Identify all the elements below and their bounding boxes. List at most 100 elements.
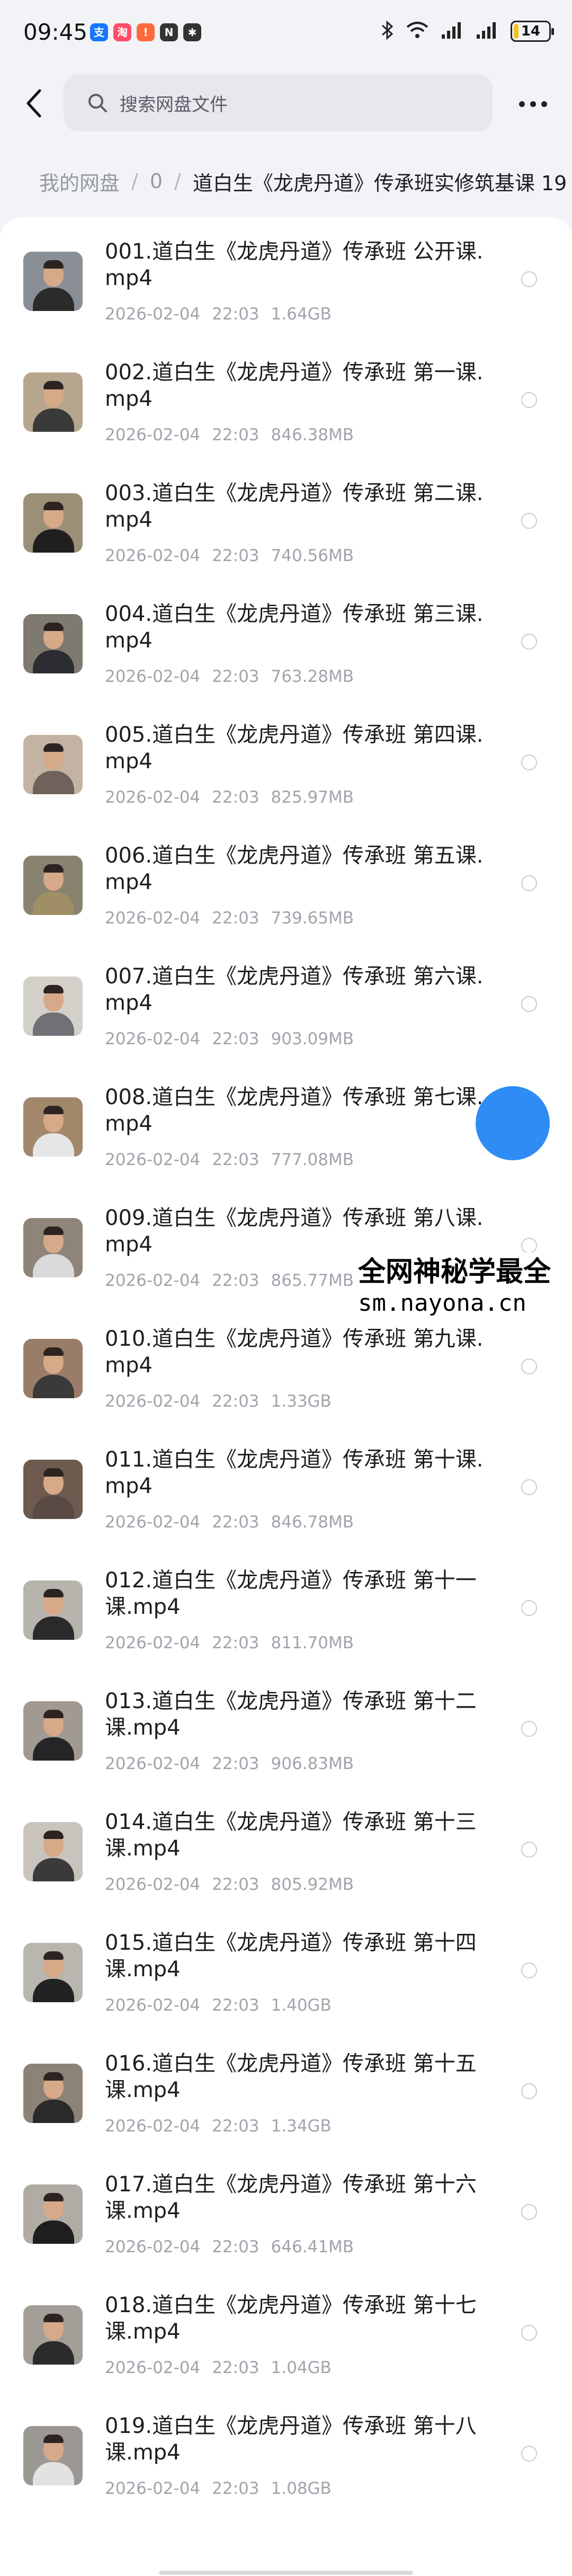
file-date: 2026-02-04 [105, 1633, 201, 1653]
file-row[interactable]: 016.道白生《龙虎丹道》传承班 第十五课.mp4 2026-02-04 22:03… [0, 2040, 572, 2161]
video-thumbnail [23, 2064, 83, 2123]
select-checkbox[interactable] [521, 392, 537, 408]
file-row[interactable]: 011.道白生《龙虎丹道》传承班 第十课.mp4 2026-02-04 22:03 8… [0, 1436, 572, 1557]
file-size: 740.56MB [271, 546, 354, 565]
watermark-line-2: sm.nayona.cn [358, 1290, 526, 1317]
file-time: 22:03 [212, 909, 260, 928]
select-checkbox[interactable] [521, 754, 537, 770]
file-date: 2026-02-04 [105, 2479, 201, 2498]
file-size: 777.08MB [271, 1150, 354, 1169]
file-size: 825.97MB [271, 788, 354, 807]
nfc-icon: N [160, 23, 178, 41]
file-name: 001.道白生《龙虎丹道》传承班 公开课.mp4 [105, 239, 484, 290]
file-row[interactable]: 018.道白生《龙虎丹道》传承班 第十七课.mp4 2026-02-04 22:03… [0, 2281, 572, 2402]
select-checkbox[interactable] [521, 634, 537, 650]
file-name: 009.道白生《龙虎丹道》传承班 第八课.mp4 [105, 1206, 484, 1257]
floating-action-button[interactable] [476, 1086, 550, 1160]
file-meta: 2026-02-04 22:03 1.34GB [105, 2117, 332, 2136]
file-name: 015.道白生《龙虎丹道》传承班 第十四课.mp4 [105, 1931, 477, 1982]
file-date: 2026-02-04 [105, 909, 201, 928]
file-meta: 2026-02-04 22:03 740.56MB [105, 546, 354, 565]
file-time: 22:03 [212, 2237, 260, 2257]
select-checkbox[interactable] [521, 2083, 537, 2099]
file-row[interactable]: 013.道白生《龙虎丹道》传承班 第十二课.mp4 2026-02-04 22:03… [0, 1677, 572, 1798]
select-checkbox[interactable] [521, 513, 537, 529]
back-button[interactable] [18, 85, 50, 122]
watermark-overlay: 全网神秘学最全 sm.nayona.cn [358, 1253, 572, 1322]
file-row[interactable]: 005.道白生《龙虎丹道》传承班 第四课.mp4 2026-02-04 22:03 8… [0, 711, 572, 832]
breadcrumb-folder-0[interactable]: 0 [150, 170, 163, 193]
select-checkbox[interactable] [521, 1721, 537, 1737]
select-checkbox[interactable] [521, 1842, 537, 1858]
select-checkbox[interactable] [521, 2446, 537, 2462]
alipay-icon: 支 [90, 23, 108, 41]
file-row[interactable]: 006.道白生《龙虎丹道》传承班 第五课.mp4 2026-02-04 22:03 7… [0, 832, 572, 953]
file-row[interactable]: 017.道白生《龙虎丹道》传承班 第十六课.mp4 2026-02-04 22:03… [0, 2161, 572, 2281]
file-row[interactable]: 014.道白生《龙虎丹道》传承班 第十三课.mp4 2026-02-04 22:03… [0, 1798, 572, 1919]
file-row[interactable]: 001.道白生《龙虎丹道》传承班 公开课.mp4 2026-02-04 22:03 1… [0, 228, 572, 349]
file-meta: 2026-02-04 22:03 825.97MB [105, 788, 354, 807]
file-date: 2026-02-04 [105, 1875, 201, 1894]
more-dot-icon [519, 101, 525, 107]
file-time: 22:03 [212, 1029, 260, 1049]
file-time: 22:03 [212, 2358, 260, 2377]
select-checkbox[interactable] [521, 2204, 537, 2220]
battery-tip [551, 28, 554, 35]
file-row[interactable]: 010.道白生《龙虎丹道》传承班 第九课.mp4 2026-02-04 22:03 1… [0, 1315, 572, 1436]
video-thumbnail [23, 252, 83, 311]
file-meta: 2026-02-04 22:03 1.08GB [105, 2479, 332, 2498]
breadcrumb-current-folder: 道白生《龙虎丹道》传承班实修筑基课 19 [192, 171, 567, 195]
select-checkbox[interactable] [521, 996, 537, 1012]
file-date: 2026-02-04 [105, 1996, 201, 2015]
thumbnail-figure-hair [43, 381, 64, 389]
file-time: 22:03 [212, 1633, 260, 1653]
file-row[interactable]: 002.道白生《龙虎丹道》传承班 第一课.mp4 2026-02-04 22:03 8… [0, 349, 572, 469]
file-row[interactable]: 007.道白生《龙虎丹道》传承班 第六课.mp4 2026-02-04 22:03 9… [0, 953, 572, 1073]
file-date: 2026-02-04 [105, 1513, 201, 1532]
home-indicator[interactable] [159, 2571, 413, 2575]
file-row[interactable]: 003.道白生《龙虎丹道》传承班 第二课.mp4 2026-02-04 22:03 7… [0, 469, 572, 590]
file-name: 012.道白生《龙虎丹道》传承班 第十一课.mp4 [105, 1568, 477, 1619]
video-thumbnail [23, 614, 83, 673]
file-time: 22:03 [212, 305, 260, 324]
bluetooth-icon [381, 20, 394, 42]
select-checkbox[interactable] [521, 1358, 537, 1374]
wifi-icon [406, 21, 429, 42]
file-meta: 2026-02-04 22:03 811.70MB [105, 1633, 354, 1653]
status-time: 09:45 [23, 19, 88, 45]
search-input[interactable]: 搜索网盘文件 [64, 74, 493, 131]
file-name: 002.道白生《龙虎丹道》传承班 第一课.mp4 [105, 360, 484, 411]
file-row[interactable]: 019.道白生《龙虎丹道》传承班 第十八课.mp4 2026-02-04 22:03… [0, 2402, 572, 2523]
file-time: 22:03 [212, 788, 260, 807]
select-checkbox[interactable] [521, 1600, 537, 1616]
file-date: 2026-02-04 [105, 2237, 201, 2257]
file-row[interactable]: 004.道白生《龙虎丹道》传承班 第三课.mp4 2026-02-04 22:03 7… [0, 590, 572, 711]
thumbnail-figure-hair [43, 2072, 64, 2081]
file-name: 016.道白生《龙虎丹道》传承班 第十五课.mp4 [105, 2051, 477, 2102]
file-row[interactable]: 012.道白生《龙虎丹道》传承班 第十一课.mp4 2026-02-04 22:03… [0, 1557, 572, 1677]
breadcrumb-root[interactable]: 我的网盘 [39, 167, 120, 196]
video-thumbnail [23, 1701, 83, 1761]
select-checkbox[interactable] [521, 2325, 537, 2341]
file-name: 005.道白生《龙虎丹道》传承班 第四课.mp4 [105, 723, 484, 774]
file-name: 003.道白生《龙虎丹道》传承班 第二课.mp4 [105, 481, 484, 532]
file-date: 2026-02-04 [105, 1150, 201, 1169]
file-row[interactable]: 015.道白生《龙虎丹道》传承班 第十四课.mp4 2026-02-04 22:03… [0, 1919, 572, 2040]
select-checkbox[interactable] [521, 1479, 537, 1495]
select-checkbox[interactable] [521, 1962, 537, 1978]
more-options-button[interactable] [512, 93, 554, 114]
thumbnail-figure-hair [43, 1589, 64, 1597]
thumbnail-figure-hair [43, 1347, 64, 1356]
file-size: 1.64GB [271, 305, 332, 324]
file-size: 739.65MB [271, 909, 354, 928]
file-meta: 2026-02-04 22:03 1.33GB [105, 1392, 332, 1411]
video-thumbnail [23, 735, 83, 794]
file-size: 811.70MB [271, 1633, 354, 1653]
file-meta: 2026-02-04 22:03 646.41MB [105, 2237, 354, 2257]
file-size: 646.41MB [271, 2237, 354, 2257]
more-dot-icon [541, 101, 547, 107]
select-checkbox[interactable] [521, 1238, 537, 1254]
select-checkbox[interactable] [521, 271, 537, 287]
file-name: 014.道白生《龙虎丹道》传承班 第十三课.mp4 [105, 1810, 477, 1861]
select-checkbox[interactable] [521, 875, 537, 891]
